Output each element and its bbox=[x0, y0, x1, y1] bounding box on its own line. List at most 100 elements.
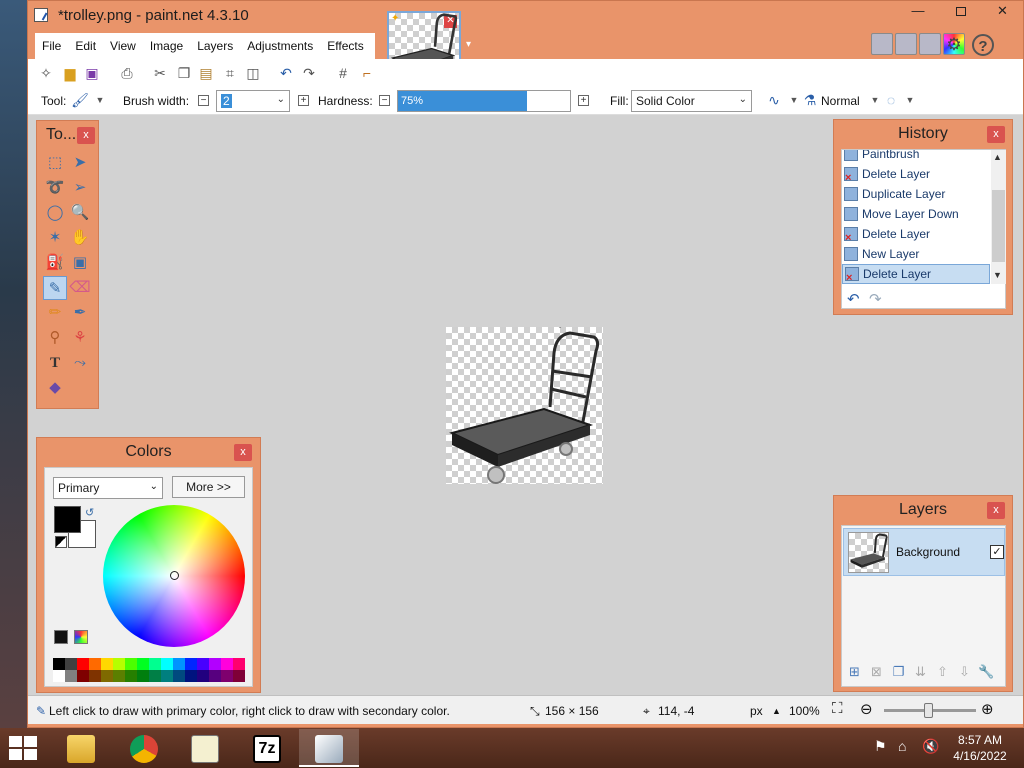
pencil-icon[interactable]: ✏ bbox=[43, 301, 67, 325]
color-wheel-cursor[interactable] bbox=[170, 571, 179, 580]
open-folder-icon[interactable]: ▆ bbox=[61, 64, 79, 82]
magic-wand-icon[interactable]: ✶ bbox=[43, 226, 67, 250]
scroll-up-icon[interactable]: ▲ bbox=[993, 152, 1002, 162]
brush-width-decrease-button[interactable]: − bbox=[198, 95, 209, 106]
taskbar-chrome[interactable] bbox=[114, 729, 174, 767]
zoom-in-icon[interactable]: ⊕ bbox=[981, 700, 994, 718]
zoom-slider[interactable] bbox=[884, 703, 976, 718]
brush-width-increase-button[interactable]: + bbox=[298, 95, 309, 106]
settings-gear-icon[interactable]: ⚙ bbox=[943, 34, 965, 56]
layers-window-toggle-icon[interactable] bbox=[919, 33, 941, 55]
history-panel-close-button[interactable]: x bbox=[987, 126, 1005, 143]
units-selector[interactable]: px bbox=[750, 704, 763, 718]
palette-swatch[interactable] bbox=[77, 670, 89, 682]
palette-swatch[interactable] bbox=[113, 658, 125, 670]
cut-icon[interactable]: ✂ bbox=[151, 64, 169, 82]
paint-bucket-icon[interactable]: ⛽ bbox=[43, 251, 67, 275]
palette-swatch[interactable] bbox=[233, 658, 245, 670]
history-redo-icon[interactable]: ↷ bbox=[869, 290, 882, 308]
color-picker-icon[interactable]: ✒ bbox=[68, 301, 92, 325]
print-icon[interactable]: ⎙ bbox=[118, 64, 136, 82]
menu-file[interactable]: File bbox=[35, 39, 68, 53]
paintnet-app-icon[interactable] bbox=[34, 8, 48, 22]
layers-panel-close-button[interactable]: x bbox=[987, 502, 1005, 519]
rulers-icon[interactable]: ⌐ bbox=[358, 64, 376, 82]
palette-menu-icon[interactable] bbox=[74, 630, 88, 644]
move-layer-down-icon[interactable]: ⇩ bbox=[956, 663, 973, 680]
palette-swatch[interactable] bbox=[197, 670, 209, 682]
history-item[interactable]: Delete Layer bbox=[842, 164, 990, 184]
paintbrush-tool-icon[interactable]: 🖌 bbox=[71, 91, 89, 109]
volume-muted-icon[interactable]: 🔇 bbox=[922, 738, 939, 755]
palette-swatch[interactable] bbox=[149, 658, 161, 670]
primary-color-swatch[interactable] bbox=[54, 506, 81, 533]
taskbar-file-explorer[interactable] bbox=[51, 729, 111, 767]
deselect-icon[interactable]: ◫ bbox=[244, 64, 262, 82]
menu-edit[interactable]: Edit bbox=[68, 39, 103, 53]
help-icon[interactable]: ? bbox=[972, 34, 994, 56]
palette-swatch[interactable] bbox=[233, 670, 245, 682]
history-panel-title[interactable]: History bbox=[834, 120, 1012, 148]
menu-adjustments[interactable]: Adjustments bbox=[240, 39, 320, 53]
layer-visibility-checkbox[interactable]: ✓ bbox=[990, 545, 1004, 559]
palette-swatch[interactable] bbox=[209, 658, 221, 670]
taskbar-notepad[interactable] bbox=[175, 729, 235, 767]
move-selected-icon[interactable]: ➤ bbox=[68, 151, 92, 175]
image-canvas[interactable] bbox=[446, 324, 603, 484]
palette-swatch[interactable] bbox=[65, 670, 77, 682]
system-clock[interactable]: 8:57 AM 4/16/2022 bbox=[952, 732, 1008, 764]
save-icon[interactable]: ▣ bbox=[83, 64, 101, 82]
move-selection-icon[interactable]: ➢ bbox=[68, 176, 92, 200]
layer-row[interactable]: Background ✓ bbox=[843, 528, 1005, 576]
palette-swatch[interactable] bbox=[221, 670, 233, 682]
shapes-icon[interactable]: ◆ bbox=[43, 376, 67, 400]
zoom-to-window-icon[interactable]: ⛶ bbox=[832, 700, 843, 717]
reset-colors-icon[interactable] bbox=[55, 536, 67, 548]
menu-layers[interactable]: Layers bbox=[190, 39, 240, 53]
minimize-button[interactable]: — bbox=[902, 1, 934, 23]
colors-panel-close-button[interactable]: x bbox=[234, 444, 252, 461]
palette-swatch[interactable] bbox=[197, 658, 209, 670]
copy-icon[interactable]: ❐ bbox=[175, 64, 193, 82]
history-undo-icon[interactable]: ↶ bbox=[847, 290, 860, 308]
close-button[interactable]: ✕ bbox=[980, 1, 1024, 23]
line-curve-icon[interactable]: ⤳ bbox=[68, 351, 92, 375]
grid-icon[interactable]: # bbox=[334, 64, 352, 82]
clone-stamp-icon[interactable]: ⚲ bbox=[43, 326, 67, 350]
taskbar-paintnet[interactable] bbox=[299, 729, 359, 767]
add-layer-icon[interactable]: ⊞ bbox=[846, 663, 863, 680]
rectangle-select-icon[interactable]: ⬚ bbox=[43, 151, 67, 175]
merge-layer-icon[interactable]: ⇊ bbox=[912, 663, 929, 680]
palette-swatch[interactable] bbox=[89, 670, 101, 682]
color-palette[interactable] bbox=[53, 658, 245, 682]
crop-icon[interactable]: ⌗ bbox=[221, 64, 239, 82]
redo-icon[interactable]: ↷ bbox=[300, 64, 318, 82]
start-button[interactable] bbox=[9, 736, 39, 760]
palette-swatch[interactable] bbox=[53, 658, 65, 670]
palette-swatch[interactable] bbox=[161, 670, 173, 682]
history-scroll-thumb[interactable] bbox=[992, 190, 1005, 262]
tool-dropdown-icon[interactable]: ▼ bbox=[91, 91, 109, 109]
new-image-icon[interactable]: ✧ bbox=[37, 64, 55, 82]
network-icon[interactable]: ⌂ bbox=[898, 738, 906, 754]
maximize-button[interactable] bbox=[945, 1, 977, 23]
history-item[interactable]: Move Layer Down bbox=[842, 204, 990, 224]
history-item[interactable]: Delete Layer bbox=[842, 224, 990, 244]
antialiasing-icon[interactable]: ∿ bbox=[765, 91, 783, 109]
layers-panel-title[interactable]: Layers bbox=[834, 496, 1012, 524]
palette-swatch[interactable] bbox=[137, 658, 149, 670]
blend-mode-icon[interactable]: ⚗ bbox=[801, 91, 819, 109]
history-item[interactable]: Paintbrush bbox=[842, 150, 990, 164]
eraser-icon[interactable]: ⌫ bbox=[68, 276, 92, 300]
history-item[interactable]: New Layer bbox=[842, 244, 990, 264]
palette-swatch[interactable] bbox=[137, 670, 149, 682]
selection-mode-dropdown-icon[interactable]: ▼ bbox=[901, 91, 919, 109]
palette-swatch[interactable] bbox=[125, 670, 137, 682]
tools-window-toggle-icon[interactable] bbox=[871, 33, 893, 55]
palette-swatch[interactable] bbox=[53, 670, 65, 682]
palette-swatch[interactable] bbox=[173, 658, 185, 670]
recolor-icon[interactable]: ⚘ bbox=[68, 326, 92, 350]
zoom-level[interactable]: 100% bbox=[789, 704, 820, 718]
duplicate-layer-icon[interactable]: ❐ bbox=[890, 663, 907, 680]
paintbrush-icon[interactable]: ✎ bbox=[43, 276, 67, 300]
